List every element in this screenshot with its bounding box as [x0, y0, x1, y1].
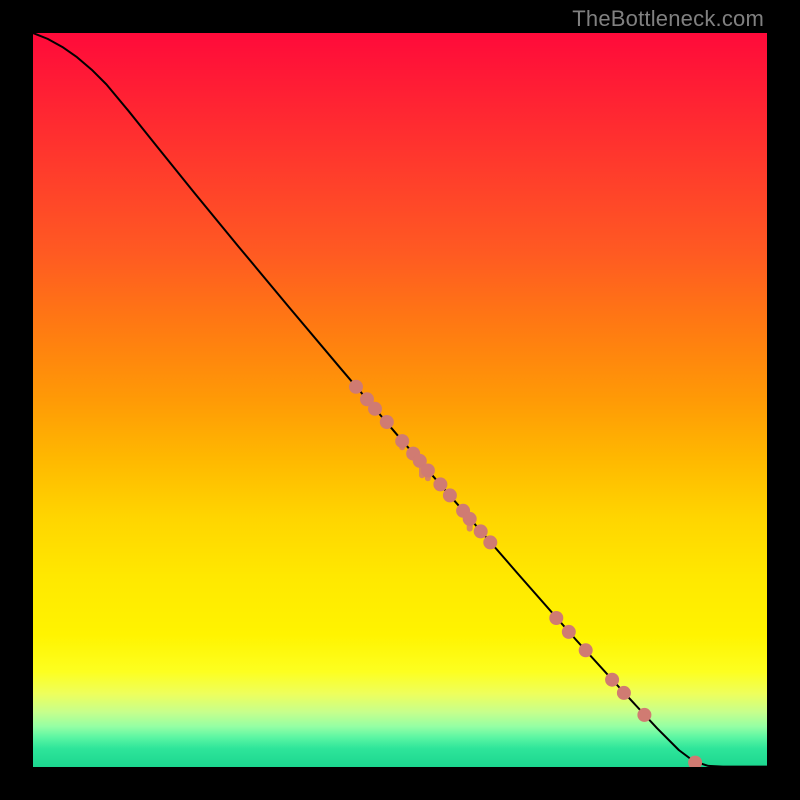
marker-point [474, 524, 488, 538]
marker-point [395, 434, 409, 448]
marker-point [688, 756, 702, 767]
marker-point [637, 708, 651, 722]
marker-point [549, 611, 563, 625]
curve-line [33, 33, 767, 767]
chart-curve [33, 33, 767, 767]
marker-point [368, 402, 382, 416]
marker-point [483, 535, 497, 549]
marker-point [443, 488, 457, 502]
marker-point [349, 380, 363, 394]
chart-markers [349, 380, 702, 767]
chart-overlay-svg [33, 33, 767, 767]
marker-point [562, 625, 576, 639]
chart-plot-area [33, 33, 767, 767]
marker-point [433, 477, 447, 491]
marker-point [463, 512, 477, 526]
marker-point [579, 643, 593, 657]
watermark-text: TheBottleneck.com [572, 6, 764, 32]
marker-point [617, 686, 631, 700]
marker-point [380, 415, 394, 429]
marker-point [605, 673, 619, 687]
marker-point [421, 464, 435, 478]
